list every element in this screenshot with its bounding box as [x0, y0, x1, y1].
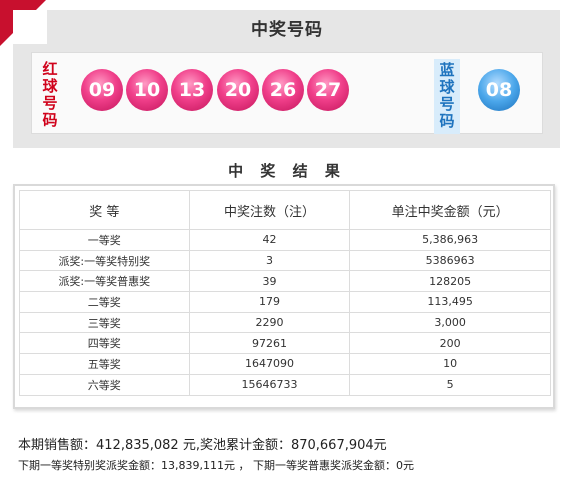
blue-ball: 08	[478, 69, 520, 111]
table-row: 二等奖 179 113,495	[19, 291, 551, 313]
winner-count-cell: 2290	[188, 311, 351, 334]
next-draw-bonus: 下期一等奖特别奖派奖金额：13,839,111元 ， 下期一等奖普惠奖派奖金额：…	[18, 459, 414, 472]
results-title: 中 奖 结 果	[228, 162, 346, 180]
winner-count-cell: 3	[188, 249, 351, 272]
prize-amount-cell: 5,386,963	[349, 229, 551, 251]
blue-ball-label: 蓝球号码	[434, 59, 460, 134]
winner-count-cell: 1647090	[188, 353, 351, 375]
prize-level-cell: 二等奖	[19, 291, 190, 313]
table-row: 六等奖 15646733 5	[19, 373, 551, 396]
table-header-row: 奖 等 中奖注数（注） 单注中奖金额（元）	[19, 190, 551, 230]
winning-numbers-title: 中奖号码	[251, 20, 323, 40]
sales-summary: 本期销售额：412,835,082 元,奖池累计金额：870,667,904元	[18, 438, 387, 453]
prize-level-cell: 派奖:一等奖普惠奖	[19, 270, 190, 293]
prize-amount-cell: 113,495	[349, 291, 551, 313]
table-row: 四等奖 97261 200	[19, 332, 551, 355]
prize-level-cell: 五等奖	[19, 353, 190, 375]
red-ball: 13	[171, 69, 213, 111]
ball-row: 红球号码 09 10 13 20 26 27 蓝球号码 08	[31, 52, 543, 134]
winner-count-cell: 39	[188, 270, 351, 293]
table-row: 派奖:一等奖特别奖 3 5386963	[19, 249, 551, 272]
prize-amount-cell: 5386963	[349, 249, 551, 272]
red-ball: 10	[126, 69, 168, 111]
header-prize-amount: 单注中奖金额（元）	[349, 190, 551, 230]
prize-amount-cell: 10	[349, 353, 551, 375]
red-ball: 27	[307, 69, 349, 111]
winner-count-cell: 15646733	[188, 373, 351, 396]
prize-amount-cell: 200	[349, 332, 551, 355]
prize-level-cell: 四等奖	[19, 332, 190, 355]
prize-level-cell: 六等奖	[19, 373, 190, 396]
table-row: 五等奖 1647090 10	[19, 353, 551, 375]
prize-level-cell: 三等奖	[19, 311, 190, 334]
prize-amount-cell: 3,000	[349, 311, 551, 334]
red-ball-label: 红球号码	[42, 60, 58, 129]
prize-level-cell: 一等奖	[19, 229, 190, 251]
winner-count-cell: 179	[188, 291, 351, 313]
table-row: 一等奖 42 5,386,963	[19, 229, 551, 251]
results-table: 奖 等 中奖注数（注） 单注中奖金额（元） 一等奖 42 5,386,963 派…	[19, 190, 551, 396]
winner-count-cell: 97261	[188, 332, 351, 355]
table-row: 派奖:一等奖普惠奖 39 128205	[19, 270, 551, 293]
results-table-container: 奖 等 中奖注数（注） 单注中奖金额（元） 一等奖 42 5,386,963 派…	[13, 184, 555, 409]
header-winner-count: 中奖注数（注）	[188, 190, 351, 230]
red-ball: 09	[81, 69, 123, 111]
prize-amount-cell: 5	[349, 373, 551, 396]
prize-amount-cell: 128205	[349, 270, 551, 293]
prize-level-cell: 派奖:一等奖特别奖	[19, 249, 190, 272]
red-ball: 26	[262, 69, 304, 111]
table-row: 三等奖 2290 3,000	[19, 311, 551, 334]
header-prize-level: 奖 等	[19, 190, 190, 230]
red-ball: 20	[217, 69, 259, 111]
winner-count-cell: 42	[188, 229, 351, 251]
